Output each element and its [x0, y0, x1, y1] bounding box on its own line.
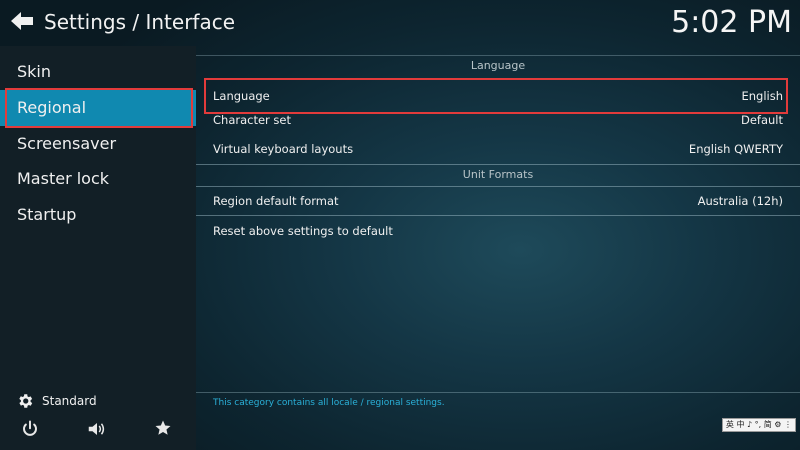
reset-settings-button[interactable]: Reset above settings to default [196, 217, 800, 245]
setting-region-format[interactable]: Region default format Australia (12h) [196, 187, 800, 215]
settings-level-label[interactable]: Standard [42, 391, 97, 411]
settings-panel: Language Language English Character set … [196, 46, 800, 450]
sidebar-item-skin[interactable]: Skin [0, 54, 196, 90]
kodi-settings-screen: Settings / Interface 5:02 PM Skin Region… [0, 0, 800, 450]
setting-name: Reset above settings to default [213, 224, 393, 238]
setting-name: Region default format [213, 194, 339, 208]
star-icon[interactable] [154, 419, 172, 437]
divider [196, 215, 800, 216]
setting-name: Virtual keyboard layouts [213, 142, 354, 156]
section-header-language: Language [470, 59, 526, 72]
divider [196, 392, 800, 393]
clock: 5:02 PM [671, 5, 792, 40]
back-arrow-icon[interactable] [9, 8, 35, 34]
gear-icon[interactable] [16, 392, 34, 410]
setting-value: Australia (12h) [697, 194, 783, 208]
sidebar-item-label: Startup [17, 205, 77, 224]
divider [196, 164, 800, 165]
sidebar-item-screensaver[interactable]: Screensaver [0, 126, 196, 162]
volume-icon[interactable] [87, 420, 107, 438]
sidebar-item-master-lock[interactable]: Master lock [0, 161, 196, 197]
power-icon[interactable] [21, 420, 39, 438]
header: Settings / Interface 5:02 PM [0, 0, 800, 46]
setting-character-set[interactable]: Character set Default [196, 106, 800, 134]
divider [196, 55, 800, 56]
setting-value: Default [740, 113, 783, 127]
selection-highlight [5, 88, 193, 128]
category-description: This category contains all locale / regi… [213, 398, 445, 408]
setting-name: Character set [213, 113, 292, 127]
ime-toolbar[interactable]: 英 中 ♪ °, 简 ⚙ ⋮ [721, 418, 796, 432]
setting-value: English QWERTY [688, 142, 783, 156]
sidebar-item-startup[interactable]: Startup [0, 197, 196, 233]
section-header-unit-formats: Unit Formats [462, 168, 534, 181]
page-title: Settings / Interface [44, 10, 236, 34]
sidebar-item-label: Master lock [17, 169, 110, 188]
setting-keyboard-layouts[interactable]: Virtual keyboard layouts English QWERTY [196, 135, 800, 163]
sidebar: Skin Regional Screensaver Master lock St… [0, 46, 196, 450]
sidebar-item-label: Screensaver [17, 134, 117, 153]
sidebar-footer: Standard [0, 386, 196, 450]
sidebar-item-label: Skin [17, 62, 52, 81]
